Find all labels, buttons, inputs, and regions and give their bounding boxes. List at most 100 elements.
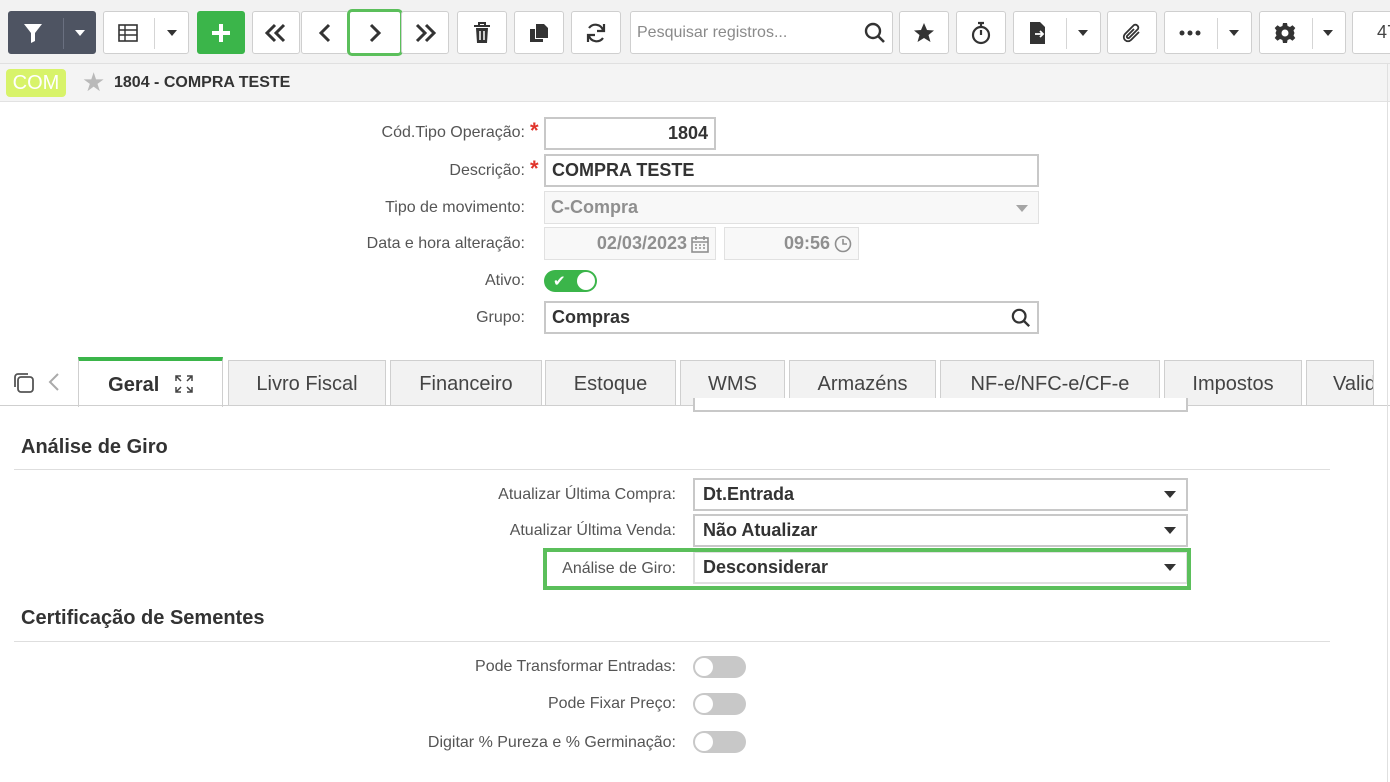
focus-highlight bbox=[543, 548, 1191, 590]
select-value: Dt.Entrada bbox=[703, 484, 795, 504]
tab-validacoes[interactable]: Valid bbox=[1306, 360, 1374, 406]
delete-button[interactable] bbox=[457, 11, 507, 54]
search-icon[interactable] bbox=[864, 22, 886, 44]
pode-transformar-entradas-label: Pode Transformar Entradas: bbox=[475, 658, 676, 675]
duplicate-button[interactable] bbox=[514, 11, 564, 54]
data-alteracao-field: 02/03/2023 bbox=[544, 227, 716, 260]
gear-icon bbox=[1274, 23, 1296, 43]
tipo-movimento-select: C-Compra bbox=[544, 191, 1039, 224]
clock-icon bbox=[834, 235, 852, 253]
data-alteracao-value: 02/03/2023 bbox=[596, 233, 687, 253]
section-divider bbox=[14, 469, 1330, 470]
module-badge: COM bbox=[6, 69, 66, 97]
more-icon bbox=[1179, 30, 1201, 36]
check-icon: ✔ bbox=[553, 273, 566, 290]
filter-button[interactable] bbox=[8, 11, 96, 54]
favorite-button[interactable] bbox=[899, 11, 949, 54]
digitar-pureza-germinacao-label: Digitar % Pureza e % Germinação: bbox=[427, 734, 676, 751]
section-title-analise-giro: Análise de Giro bbox=[21, 436, 168, 458]
plus-icon bbox=[212, 23, 230, 42]
timer-button[interactable] bbox=[956, 11, 1006, 54]
export-button[interactable] bbox=[1013, 11, 1101, 54]
atualizar-ultima-compra-select[interactable]: Dt.Entrada bbox=[693, 478, 1188, 511]
expand-icon[interactable] bbox=[175, 375, 193, 393]
frame-border bbox=[1387, 64, 1388, 782]
pode-fixar-preco-toggle[interactable] bbox=[693, 693, 746, 715]
more-button[interactable] bbox=[1164, 11, 1252, 54]
tab-estoque[interactable]: Estoque bbox=[545, 360, 676, 406]
grupo-value: Compras bbox=[552, 307, 631, 327]
search-icon[interactable] bbox=[1011, 308, 1031, 328]
atualizar-ultima-venda-label: Atualizar Última Venda: bbox=[509, 522, 676, 539]
pode-fixar-preco-label: Pode Fixar Preço: bbox=[547, 695, 676, 712]
chevron-down-icon[interactable] bbox=[1078, 30, 1088, 36]
grid-view-button[interactable] bbox=[103, 11, 189, 54]
previous-record-button[interactable] bbox=[301, 11, 349, 54]
favorite-star-icon[interactable]: ★ bbox=[82, 68, 105, 96]
tab-label: Geral bbox=[108, 374, 160, 396]
grupo-label: Grupo: bbox=[476, 309, 525, 326]
digitar-pureza-germinacao-toggle[interactable] bbox=[693, 731, 746, 753]
ativo-label: Ativo: bbox=[484, 272, 525, 289]
descricao-label: Descrição: bbox=[449, 162, 525, 179]
partial-field bbox=[693, 398, 1188, 412]
data-hora-alteracao-label: Data e hora alteração: bbox=[366, 235, 525, 252]
last-icon bbox=[415, 23, 437, 42]
chevron-down-icon bbox=[1164, 527, 1176, 534]
required-asterisk: * bbox=[530, 156, 539, 181]
attachment-button[interactable] bbox=[1107, 11, 1157, 54]
chevron-down-icon[interactable] bbox=[167, 30, 177, 36]
chevron-down-icon[interactable] bbox=[75, 30, 85, 36]
star-icon bbox=[914, 22, 934, 42]
export-split-button bbox=[1013, 11, 1101, 54]
chevron-down-icon bbox=[1164, 491, 1176, 498]
next-icon bbox=[369, 23, 382, 42]
atualizar-ultima-compra-label: Atualizar Última Compra: bbox=[498, 486, 676, 503]
chevron-down-icon bbox=[1016, 205, 1028, 212]
first-icon bbox=[264, 23, 286, 42]
export-icon bbox=[1030, 22, 1045, 44]
chevron-left-icon[interactable] bbox=[48, 372, 60, 392]
trash-icon bbox=[474, 21, 490, 43]
refresh-button[interactable] bbox=[571, 11, 621, 54]
paperclip-icon bbox=[1122, 23, 1140, 42]
ativo-toggle[interactable]: ✔ bbox=[544, 270, 597, 292]
chevron-down-icon[interactable] bbox=[1323, 30, 1333, 36]
more-split-button bbox=[1164, 11, 1252, 54]
next-record-button[interactable] bbox=[347, 9, 403, 56]
descricao-field[interactable]: COMPRA TESTE bbox=[544, 154, 1039, 187]
search-box bbox=[630, 11, 893, 54]
prev-icon bbox=[318, 23, 331, 42]
grid-split-button bbox=[103, 11, 189, 54]
tab-livro-fiscal[interactable]: Livro Fiscal bbox=[228, 360, 386, 406]
calendar-icon bbox=[691, 236, 709, 253]
grid-icon bbox=[118, 24, 138, 42]
refresh-icon bbox=[586, 23, 606, 42]
page-number-field[interactable]: 47 bbox=[1352, 11, 1390, 54]
settings-button[interactable] bbox=[1259, 11, 1346, 54]
search-input[interactable] bbox=[631, 12, 856, 53]
cod-tipo-operacao-field[interactable]: 1804 bbox=[544, 117, 716, 150]
tabs-overview-icon[interactable] bbox=[12, 371, 36, 395]
grupo-field[interactable]: Compras bbox=[544, 301, 1039, 334]
filter-split-button bbox=[8, 11, 96, 54]
copy-icon bbox=[530, 23, 548, 42]
record-title-bar: COM ★ 1804 - COMPRA TESTE bbox=[0, 64, 1390, 102]
tab-financeiro[interactable]: Financeiro bbox=[390, 360, 542, 406]
tab-geral[interactable]: Geral bbox=[78, 357, 223, 407]
add-button[interactable] bbox=[197, 11, 245, 54]
first-record-button[interactable] bbox=[252, 11, 300, 54]
cod-tipo-operacao-label: Cód.Tipo Operação: bbox=[381, 124, 525, 141]
last-record-button[interactable] bbox=[401, 11, 449, 54]
atualizar-ultima-venda-select[interactable]: Não Atualizar bbox=[693, 514, 1188, 547]
required-asterisk: * bbox=[530, 118, 539, 143]
chevron-down-icon[interactable] bbox=[1229, 30, 1239, 36]
hora-alteracao-value: 09:56 bbox=[783, 233, 830, 253]
pode-transformar-entradas-toggle[interactable] bbox=[693, 656, 746, 678]
tipo-movimento-value: C-Compra bbox=[551, 197, 639, 217]
timer-icon bbox=[971, 21, 991, 44]
filter-icon bbox=[24, 24, 42, 43]
toolbar: 47 bbox=[0, 0, 1390, 64]
tipo-movimento-label: Tipo de movimento: bbox=[385, 199, 525, 216]
section-divider bbox=[14, 641, 1330, 642]
